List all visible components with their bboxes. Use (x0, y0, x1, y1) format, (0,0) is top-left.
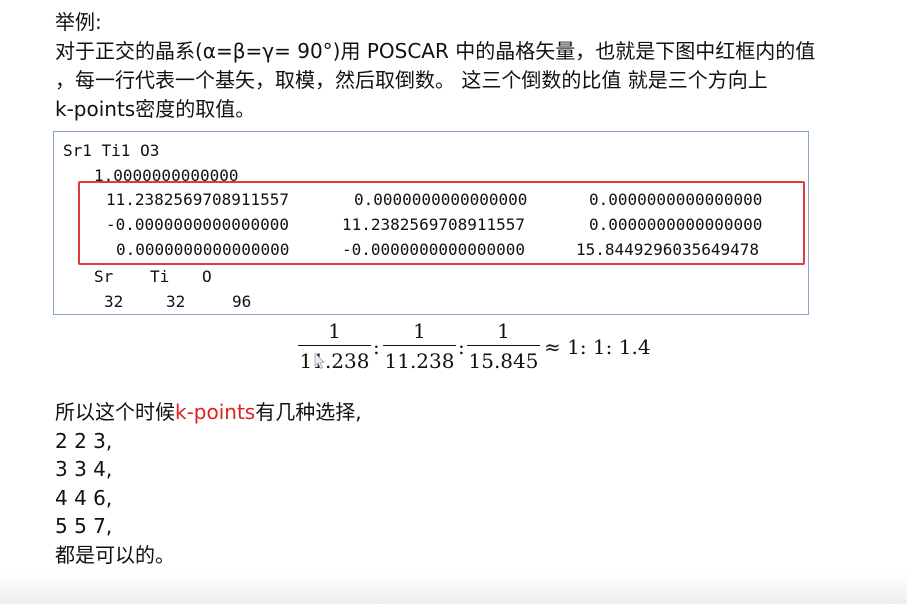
species-count: 32 (166, 292, 186, 311)
lattice-cell: 0.0000000000000000 (589, 190, 763, 209)
mouse-cursor-icon (314, 352, 325, 369)
option-item: 5 5 7, (55, 514, 113, 538)
fraction: 1 11.238 (298, 318, 371, 374)
option-item: 4 4 6, (55, 485, 113, 510)
lattice-cell: 0.0000000000000000 (354, 190, 528, 209)
kpoints-highlight: k-points (175, 400, 256, 424)
lattice-cell: 15.8449296035649478 (576, 240, 760, 259)
fraction-numerator: 1 (497, 319, 510, 343)
fraction-numerator: 1 (413, 319, 426, 343)
fraction-bar (298, 345, 371, 346)
summary-line: 所以这个时候k-points有几种选择, (55, 398, 362, 427)
species-label: Sr (94, 267, 114, 286)
ratio-separator: : (373, 335, 380, 359)
intro-line: ，每一行代表一个基矢，取模，然后取倒数。 这三个倒数的比值 就是三个方向上 (55, 68, 768, 92)
bottom-fade (0, 572, 907, 604)
species-label: Ti (150, 267, 170, 286)
fraction: 1 11.238 (383, 318, 456, 374)
fraction-bar (467, 345, 540, 346)
summary-suffix: 有几种选择, (255, 400, 362, 424)
lattice-cell: -0.0000000000000000 (106, 215, 290, 234)
lattice-cell: 11.2382569708911557 (106, 190, 290, 209)
ratio-result: ≈ 1: 1: 1.4 (544, 335, 651, 359)
fraction-numerator: 1 (328, 319, 341, 343)
lattice-cell: -0.0000000000000000 (342, 240, 526, 259)
lattice-cell: 0.0000000000000000 (116, 240, 290, 259)
fraction-denominator: 11.238 (384, 349, 455, 373)
summary-paragraph: 所以这个时候k-points有几种选择, 2 2 3, 3 3 4, 4 4 6… (55, 398, 362, 569)
fraction-denominator: 11.238 (299, 349, 370, 373)
summary-prefix: 所以这个时候 (55, 400, 175, 424)
fraction: 1 15.845 (467, 318, 540, 374)
intro-heading: 举例: (55, 10, 102, 34)
species-count: 96 (232, 292, 252, 311)
fraction-bar (383, 345, 456, 346)
intro-line: k-points密度的取值。 (55, 97, 256, 121)
species-label: O (202, 267, 212, 286)
intro-paragraph: 举例: 对于正交的晶系(α=β=γ= 90°)用 POSCAR 中的晶格矢量，也… (55, 8, 815, 124)
fraction-denominator: 15.845 (468, 349, 539, 373)
option-item: 2 2 3, (55, 428, 113, 453)
lattice-cell: 11.2382569708911557 (342, 215, 526, 234)
poscar-panel: Sr1 Ti1 O3 1.0000000000000 11.2382569708… (53, 131, 809, 315)
intro-line: 对于正交的晶系(α=β=γ= 90°)用 POSCAR 中的晶格矢量，也就是下图… (55, 39, 816, 63)
summary-closing: 都是可以的。 (55, 542, 175, 567)
lattice-cell: 0.0000000000000000 (589, 215, 763, 234)
ratio-separator: : (458, 335, 465, 359)
species-count: 32 (104, 292, 124, 311)
poscar-comment: Sr1 Ti1 O3 (63, 141, 160, 160)
option-item: 3 3 4, (55, 457, 113, 481)
